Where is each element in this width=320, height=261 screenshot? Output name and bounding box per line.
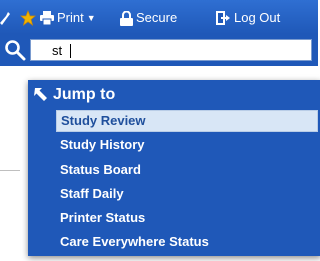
background-divider [0,170,20,171]
search-bar [0,34,318,66]
search-icon [5,40,26,61]
jump-to-list: Study Review Study History Status Board … [56,110,318,256]
jump-item-staff-daily[interactable]: Staff Daily [56,183,318,205]
wrench-button[interactable] [0,10,10,26]
jump-item-status-board[interactable]: Status Board [56,159,318,181]
search-input[interactable] [30,39,312,61]
jump-item-study-history[interactable]: Study History [56,134,318,156]
jump-arrow-icon [34,88,47,101]
jump-to-heading: Jump to [34,84,115,106]
search-button[interactable] [4,39,26,61]
jump-item-care-everywhere-status[interactable]: Care Everywhere Status [56,231,318,253]
jump-to-label: Jump to [53,86,116,103]
wrench-icon [0,12,10,25]
print-button[interactable]: Print ▼ [40,10,96,26]
logout-icon [216,11,230,25]
secure-label: Secure [136,10,178,25]
chevron-down-icon: ▼ [86,13,96,23]
star-icon [20,10,36,26]
jump-item-study-review[interactable]: Study Review [56,110,318,132]
secure-button[interactable]: Secure [120,10,177,26]
print-label: Print [57,10,84,25]
logout-button[interactable]: Log Out [216,10,280,26]
jump-to-dropdown: Jump to Study Review Study History Statu… [28,80,320,256]
jump-item-printer-status[interactable]: Printer Status [56,207,318,229]
favorites-button[interactable] [20,10,36,26]
printer-icon [40,11,54,25]
lock-icon [120,10,133,26]
top-toolbar: Print ▼ Secure Log Out [0,0,318,34]
text-caret [70,44,71,58]
logout-label: Log Out [234,10,281,25]
